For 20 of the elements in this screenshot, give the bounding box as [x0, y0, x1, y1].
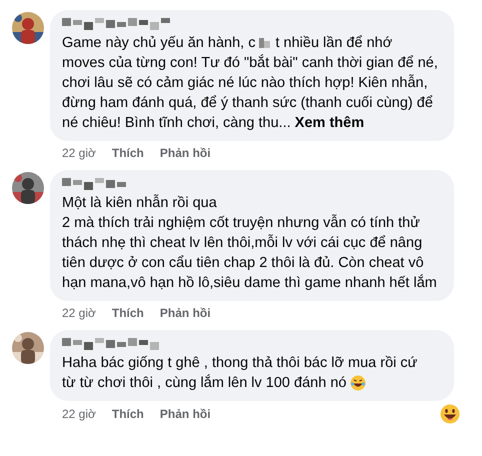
comment-text: moves của từng con! Tư đó "bắt bài" canh thời gian để né, chơi lâu sẽ có cảm giác né lúc nào thích hợp! Kiên nhẫn, đừng ham đánh quá, để ý thanh sức (thanh cuối cùng) để né chiêu! Bình tĩnh chơi, càng thu... Xem thêm [62, 55, 438, 131]
see-more-link[interactable]: Xem thêm [294, 115, 364, 131]
comment-text: Haha bác giống t ghê , thong thả thôi bác lỡ mua rồi cứ [62, 355, 418, 371]
comment-text: Một là kiên nhẫn rồi qua 2 mà thích trải nghiệm cốt truyện nhưng vẫn có tính thử thách nhẹ thì cheat lv lên thôi,mỗi lv với cái cục để nâng tiên dược ở con cẩu tiên chap 2 thôi là đủ. Còn cheat vô hạn mana,vô hạn hồ lô,siêu dame thì game nhanh hết lắm [62, 195, 437, 291]
laughing-emoji-icon [350, 375, 366, 391]
timestamp: 22 giờ [62, 145, 96, 162]
grinning-emoji-icon[interactable] [440, 404, 460, 424]
like-link[interactable]: Thích [112, 304, 144, 322]
reply-link[interactable]: Phản hồi [160, 144, 211, 162]
reply-link[interactable]: Phản hồi [160, 304, 211, 322]
redacted-name-drawing [62, 178, 128, 190]
comment-text: Game này chủ yếu ăn hành, c [62, 34, 256, 53]
like-link[interactable]: Thích [112, 144, 144, 162]
like-link[interactable]: Thích [112, 405, 144, 423]
comment-text: t nhiều lần để nhớ [275, 34, 392, 53]
reply-link[interactable]: Phản hồi [160, 405, 211, 423]
timestamp: 22 giờ [62, 406, 96, 423]
redaction-mark-icon [259, 38, 272, 48]
timestamp: 22 giờ [62, 305, 96, 322]
comment-text: từ từ chơi thôi , cùng lắm lên lv 100 đánh nó [62, 373, 346, 393]
